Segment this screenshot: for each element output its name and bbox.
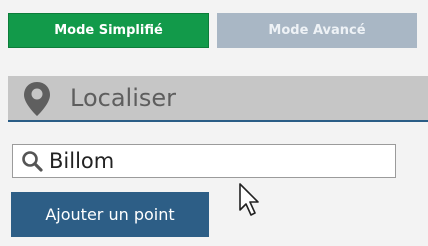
locate-section-title: Localiser: [70, 84, 177, 112]
search-icon: [22, 151, 43, 172]
mouse-pointer-icon: [239, 183, 259, 216]
advanced-mode-button[interactable]: Mode Avancé: [217, 13, 417, 48]
add-point-button[interactable]: Ajouter un point: [11, 192, 209, 237]
location-search-input[interactable]: [49, 149, 379, 173]
locate-section-header[interactable]: Localiser: [8, 76, 428, 122]
mode-toolbar: Mode Simplifié Mode Avancé: [0, 0, 428, 70]
simplified-mode-button[interactable]: Mode Simplifié: [8, 13, 209, 48]
location-search-field[interactable]: [12, 144, 396, 178]
map-pin-icon: [24, 82, 50, 116]
